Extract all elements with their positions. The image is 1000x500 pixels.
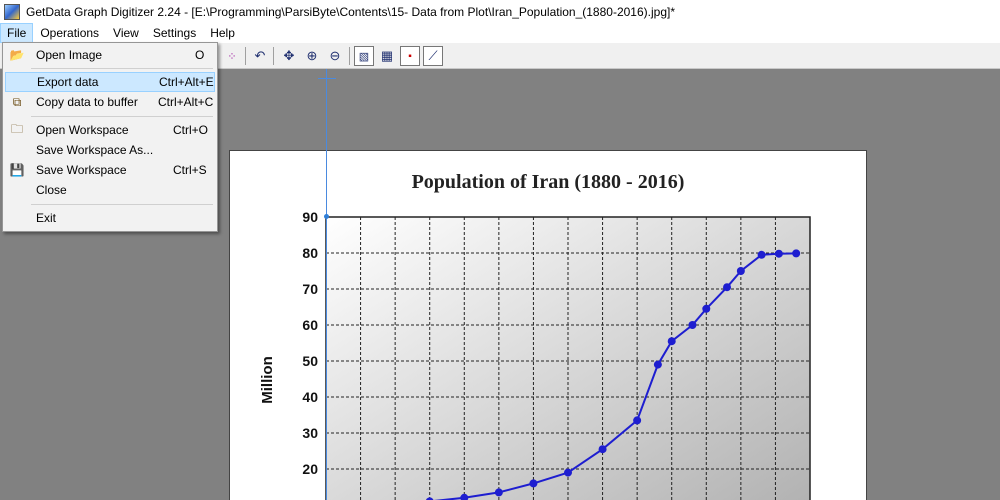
menu-separator: [31, 68, 213, 69]
chart-image: Population of Iran (1880 - 2016) Million…: [229, 150, 867, 500]
y-tick-label: 90: [302, 209, 318, 225]
file-menu-dropdown: 📂 Open Image O Export data Ctrl+Alt+E ⧉ …: [2, 42, 218, 232]
menu-item-open-workspace[interactable]: 🗀 Open Workspace Ctrl+O: [5, 120, 215, 140]
menu-item-export-data[interactable]: Export data Ctrl+Alt+E: [5, 72, 215, 92]
y-tick-labels: 908070605040302010: [302, 209, 318, 500]
toolbar-separator: [349, 47, 350, 65]
menu-help[interactable]: Help: [203, 23, 242, 43]
folder-open-icon: 📂: [9, 48, 25, 62]
y-tick-label: 50: [302, 353, 318, 369]
menu-separator: [31, 204, 213, 205]
data-point: [667, 337, 676, 346]
crosshair-vertical-line: [326, 69, 327, 500]
data-point: [598, 445, 607, 454]
axis-calibration-point[interactable]: [324, 214, 329, 219]
image-view-icon[interactable]: ▧: [354, 46, 374, 66]
y-tick-label: 70: [302, 281, 318, 297]
point-capture-icon[interactable]: ⁘: [222, 46, 242, 66]
menu-item-label: Save Workspace As...: [36, 143, 154, 157]
toolbar-separator: [273, 47, 274, 65]
menu-item-shortcut: Ctrl+Alt+C: [158, 95, 214, 109]
points-icon[interactable]: ▪: [400, 46, 420, 66]
chart-title: Population of Iran (1880 - 2016): [412, 171, 685, 193]
undo-icon[interactable]: ↶: [250, 46, 270, 66]
menu-item-label: Export data: [37, 75, 99, 89]
menu-item-save-workspace-as[interactable]: Save Workspace As...: [5, 140, 215, 160]
y-axis-label: Million: [259, 356, 276, 404]
menu-operations[interactable]: Operations: [33, 23, 106, 43]
open-workspace-icon: 🗀: [10, 121, 23, 136]
move-icon[interactable]: ✥: [279, 46, 299, 66]
data-point: [774, 249, 783, 258]
grid-icon[interactable]: ▦: [377, 46, 397, 66]
data-point: [564, 468, 572, 477]
y-tick-label: 80: [302, 245, 318, 261]
menu-item-label: Save Workspace: [36, 163, 127, 177]
y-tick-label: 40: [302, 389, 318, 405]
menu-item-label: Close: [36, 183, 67, 197]
toolbar-separator: [245, 47, 246, 65]
data-point: [633, 416, 642, 425]
y-tick-label: 30: [302, 425, 318, 441]
copy-icon: ⧉: [12, 94, 22, 109]
menu-item-save-workspace[interactable]: 💾 Save Workspace Ctrl+S: [5, 160, 215, 180]
app-icon: [4, 3, 20, 20]
app-window: GetData Graph Digitizer 2.24 - [E:\Progr…: [0, 0, 1000, 500]
menu-item-shortcut: O: [195, 48, 205, 62]
zoom-out-icon[interactable]: ⊖: [325, 46, 345, 66]
menu-item-label: Open Workspace: [36, 123, 129, 137]
data-point: [702, 304, 711, 313]
menu-item-label: Copy data to buffer: [36, 95, 138, 109]
menu-item-label: Exit: [36, 211, 57, 225]
menu-item-exit[interactable]: Exit: [5, 208, 215, 228]
y-tick-label: 20: [302, 461, 318, 477]
data-point: [494, 488, 503, 497]
y-tick-label: 60: [302, 317, 318, 333]
window-title: GetData Graph Digitizer 2.24 - [E:\Progr…: [26, 4, 675, 19]
menu-item-shortcut: Ctrl+O: [173, 123, 209, 137]
data-point: [792, 249, 801, 258]
data-point: [736, 267, 745, 275]
menu-item-shortcut: Ctrl+S: [173, 163, 207, 177]
data-point: [757, 250, 766, 259]
zoom-in-icon[interactable]: ⊕: [302, 46, 322, 66]
menu-file[interactable]: File: [0, 23, 34, 43]
menu-settings[interactable]: Settings: [146, 23, 203, 43]
menu-item-close[interactable]: Close: [5, 180, 215, 200]
menu-item-shortcut: Ctrl+Alt+E: [159, 75, 214, 89]
menu-item-open-image[interactable]: 📂 Open Image O: [5, 45, 215, 65]
line-icon[interactable]: ⟋: [423, 46, 443, 66]
title-bar: GetData Graph Digitizer 2.24 - [E:\Progr…: [0, 0, 1000, 23]
data-point: [653, 360, 662, 369]
floppy-disk-icon: 💾: [9, 163, 25, 177]
menu-item-label: Open Image: [36, 48, 103, 62]
data-point: [723, 283, 732, 292]
menu-separator: [31, 116, 213, 117]
data-point: [688, 321, 697, 329]
menu-bar: File Operations View Settings Help: [0, 23, 1000, 43]
menu-item-copy-data[interactable]: ⧉ Copy data to buffer Ctrl+Alt+C: [5, 92, 215, 112]
menu-view[interactable]: View: [106, 23, 146, 43]
crosshair-marker: [318, 78, 336, 79]
data-point: [529, 479, 538, 488]
